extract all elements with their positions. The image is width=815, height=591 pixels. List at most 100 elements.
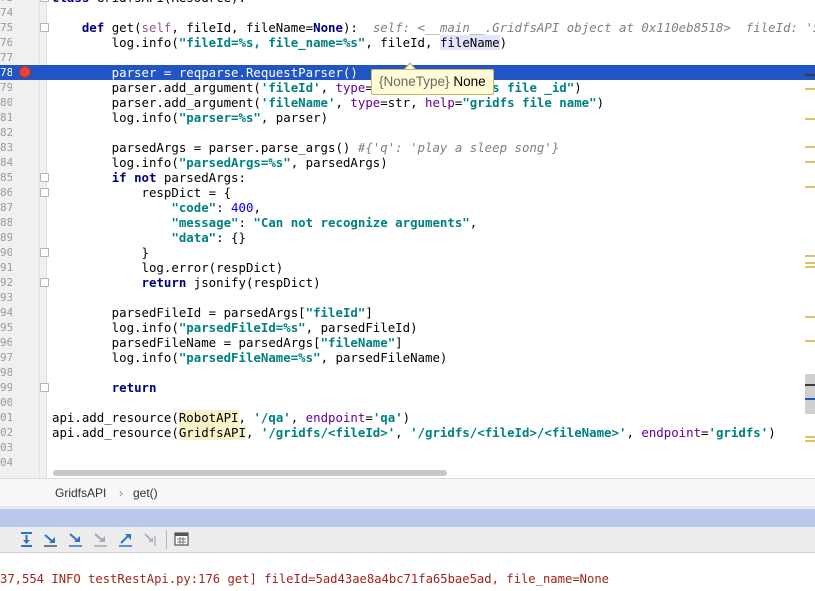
line-number[interactable]: 01 <box>0 410 12 425</box>
current-line-marker[interactable] <box>805 74 815 76</box>
line-number[interactable]: 88 <box>0 215 12 230</box>
line-number[interactable]: 79 <box>0 80 12 95</box>
code-text[interactable]: parser.add_argument('fileName', type=str… <box>52 95 604 110</box>
code-line[interactable]: 91 log.error(respDict) <box>0 260 815 275</box>
code-line[interactable]: 76 log.info("fileId=%s, file_name=%s", f… <box>0 35 815 50</box>
debug-panel-header[interactable] <box>0 509 815 527</box>
line-number[interactable]: 85 <box>0 170 12 185</box>
code-line[interactable]: 80 parser.add_argument('fileName', type=… <box>0 95 815 110</box>
code-line[interactable]: 75 def get(self, fileId, fileName=None):… <box>0 20 815 35</box>
code-text[interactable]: return jsonify(respDict) <box>52 275 321 290</box>
line-number[interactable]: 89 <box>0 230 12 245</box>
code-line[interactable]: 02 api.add_resource(GridfsAPI, '/gridfs/<… <box>0 425 815 440</box>
selection-marker[interactable] <box>805 398 815 400</box>
line-number[interactable]: 94 <box>0 305 12 320</box>
line-number[interactable]: 04 <box>0 455 12 470</box>
line-number[interactable]: 75 <box>0 20 12 35</box>
code-text[interactable]: def get(self, fileId, fileName=None): se… <box>52 20 815 35</box>
code-line[interactable]: 88 "message": "Can not recognize argumen… <box>0 215 815 230</box>
code-text[interactable]: log.info("parsedArgs=%s", parsedArgs) <box>52 155 388 170</box>
code-line[interactable]: 85 if not parsedArgs: <box>0 170 815 185</box>
code-line[interactable]: 96 parsedFileName = parsedArgs["fileName… <box>0 335 815 350</box>
line-number[interactable]: 91 <box>0 260 12 275</box>
line-number[interactable]: 81 <box>0 110 12 125</box>
code-line[interactable]: 90 } <box>0 245 815 260</box>
code-line[interactable]: 00 <box>0 395 815 410</box>
code-text[interactable]: log.info("parsedFileName=%s", parsedFile… <box>52 350 448 365</box>
code-text[interactable]: "message": "Can not recognize arguments"… <box>52 215 477 230</box>
line-number[interactable]: 80 <box>0 95 12 110</box>
code-editor[interactable]: 73class GridfsAPI(Resource):7475 def get… <box>0 0 815 478</box>
code-line[interactable]: 74 <box>0 5 815 20</box>
code-text[interactable]: parser.add_argument('fileId', type=str, … <box>52 80 582 95</box>
code-text[interactable]: log.info("fileId=%s, file_name=%s", file… <box>52 35 507 50</box>
fold-marker-icon[interactable] <box>40 173 49 182</box>
warning-marker[interactable] <box>805 316 815 318</box>
code-text[interactable]: log.error(respDict) <box>52 260 284 275</box>
line-number[interactable]: 99 <box>0 380 12 395</box>
fold-marker-icon[interactable] <box>40 383 49 392</box>
console-output[interactable]: 37,554 INFO testRestApi.py:176 get] file… <box>0 553 815 591</box>
code-text[interactable]: return <box>52 380 157 395</box>
code-line[interactable]: 87 "code": 400, <box>0 200 815 215</box>
warning-marker[interactable] <box>805 161 815 163</box>
code-line[interactable]: 93 <box>0 290 815 305</box>
code-line[interactable]: 95 log.info("parsedFileId=%s", parsedFil… <box>0 320 815 335</box>
code-text[interactable]: parsedFileId = parsedArgs["fileId"] <box>52 305 373 320</box>
code-text[interactable]: if not parsedArgs: <box>52 170 246 185</box>
line-number[interactable]: 78 <box>0 65 12 80</box>
horizontal-scrollbar[interactable] <box>53 470 447 476</box>
line-number[interactable]: 97 <box>0 350 12 365</box>
code-text[interactable]: parsedFileName = parsedArgs["fileName"] <box>52 335 403 350</box>
run-to-cursor-icon[interactable] <box>141 530 160 548</box>
fold-marker-icon[interactable] <box>40 278 49 287</box>
code-line[interactable]: 94 parsedFileId = parsedArgs["fileId"] <box>0 305 815 320</box>
warning-marker[interactable] <box>805 440 815 442</box>
breadcrumb-class[interactable]: GridfsAPI <box>55 486 106 500</box>
code-line[interactable]: 92 return jsonify(respDict) <box>0 275 815 290</box>
step-into-icon[interactable] <box>66 530 85 548</box>
line-number[interactable]: 03 <box>0 440 12 455</box>
line-number[interactable]: 02 <box>0 425 12 440</box>
code-text[interactable]: log.info("parser=%s", parser) <box>52 110 328 125</box>
line-number[interactable]: 87 <box>0 200 12 215</box>
evaluate-expression-icon[interactable] <box>172 530 191 548</box>
code-text[interactable]: parsedArgs = parser.parse_args() #{'q': … <box>52 140 560 155</box>
line-number[interactable]: 84 <box>0 155 12 170</box>
code-text[interactable]: "code": 400, <box>52 200 261 215</box>
fold-marker-icon[interactable] <box>40 188 49 197</box>
code-line[interactable]: 98 <box>0 365 815 380</box>
code-text[interactable]: } <box>52 245 149 260</box>
code-line[interactable]: 82 <box>0 125 815 140</box>
line-number[interactable]: 98 <box>0 365 12 380</box>
breakpoint-icon[interactable] <box>19 66 31 78</box>
warning-marker[interactable] <box>805 118 815 120</box>
line-number[interactable]: 96 <box>0 335 12 350</box>
line-number[interactable]: 83 <box>0 140 12 155</box>
code-text[interactable]: parser = reqparse.RequestParser() <box>52 65 358 80</box>
step-over-icon[interactable] <box>41 530 60 548</box>
warning-marker[interactable] <box>805 340 815 342</box>
code-text[interactable]: "data": {} <box>52 230 246 245</box>
code-line[interactable]: 99 return <box>0 380 815 395</box>
breadcrumb-method[interactable]: get() <box>133 486 158 500</box>
warning-marker[interactable] <box>805 255 815 257</box>
line-number[interactable]: 90 <box>0 245 12 260</box>
code-text[interactable]: respDict = { <box>52 185 232 200</box>
code-line[interactable]: 83 parsedArgs = parser.parse_args() #{'q… <box>0 140 815 155</box>
line-number[interactable]: 92 <box>0 275 12 290</box>
code-text[interactable]: api.add_resource(GridfsAPI, '/gridfs/<fi… <box>52 425 776 440</box>
code-line[interactable]: 86 respDict = { <box>0 185 815 200</box>
line-number[interactable]: 82 <box>0 125 12 140</box>
line-number[interactable]: 74 <box>0 5 12 20</box>
error-stripe[interactable] <box>803 0 815 478</box>
code-line[interactable]: 89 "data": {} <box>0 230 815 245</box>
fold-marker-icon[interactable] <box>40 23 49 32</box>
show-execution-point-icon[interactable] <box>17 530 36 548</box>
code-line[interactable]: 01 api.add_resource(RobotAPI, '/qa', endp… <box>0 410 815 425</box>
warning-marker[interactable] <box>805 146 815 148</box>
code-line[interactable]: 81 log.info("parser=%s", parser) <box>0 110 815 125</box>
code-text[interactable]: log.info("parsedFileId=%s", parsedFileId… <box>52 320 418 335</box>
warning-marker[interactable] <box>805 186 815 188</box>
warning-marker[interactable] <box>805 262 815 264</box>
